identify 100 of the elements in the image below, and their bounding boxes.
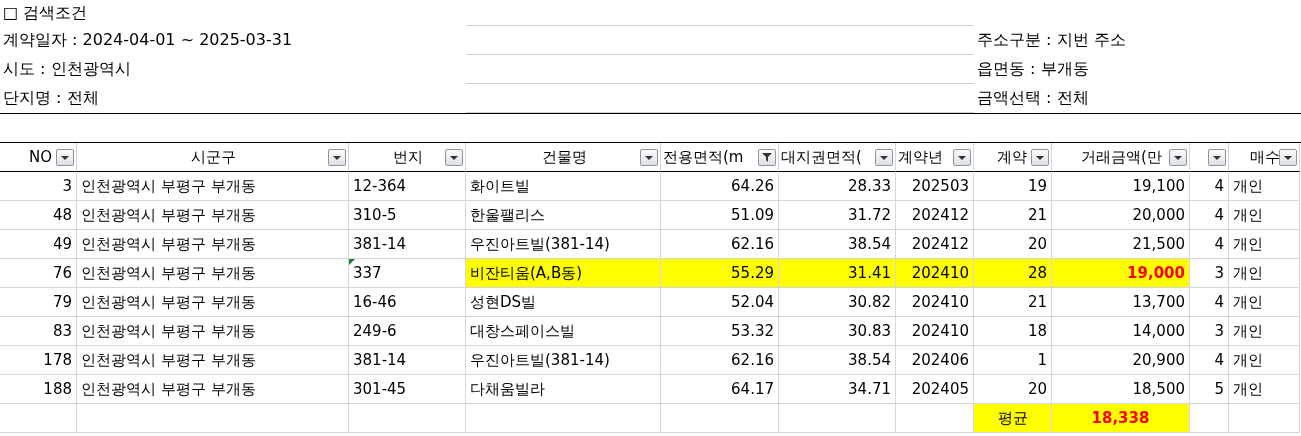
dropdown-icon[interactable] xyxy=(328,149,346,166)
table-cell: 31.41 xyxy=(779,259,896,288)
dropdown-icon[interactable] xyxy=(1031,149,1049,166)
table-cell: 30.83 xyxy=(779,317,896,346)
table-cell: 20 xyxy=(974,375,1052,404)
table-cell: 20 xyxy=(974,230,1052,259)
table-cell: 인천광역시 부평구 부개동 xyxy=(77,172,349,201)
table-cell: 202410 xyxy=(896,317,974,346)
filter-icon[interactable] xyxy=(758,149,776,166)
table-cell: 337 xyxy=(349,259,466,288)
dropdown-icon[interactable] xyxy=(640,149,658,166)
table-cell: 인천광역시 부평구 부개동 xyxy=(77,317,349,346)
table-cell: 3 xyxy=(0,172,77,201)
column-header: 전용면적(m xyxy=(663,147,744,167)
table-cell: 우진아트빌(381-14) xyxy=(466,346,661,375)
table-cell: 202503 xyxy=(896,172,974,201)
table-cell: 다채움빌라 xyxy=(466,375,661,404)
table-cell: 79 xyxy=(0,288,77,317)
table-cell: 13,700 xyxy=(1052,288,1190,317)
table-cell: 3 xyxy=(1190,259,1229,288)
average-value: 18,338 xyxy=(1052,404,1190,433)
table-cell: 51.09 xyxy=(661,201,779,230)
table-cell: 4 xyxy=(1190,230,1229,259)
table-cell: 76 xyxy=(0,259,77,288)
column-header: 거래금액(만 xyxy=(1081,147,1162,167)
condition-text: 계약일자 : 2024-04-01 ~ 2025-03-31 xyxy=(2,29,294,51)
table-cell: 개인 xyxy=(1229,230,1300,259)
table-cell: 1 xyxy=(974,346,1052,375)
dropdown-icon[interactable] xyxy=(56,149,74,166)
table-cell: 30.82 xyxy=(779,288,896,317)
table-cell: 18,500 xyxy=(1052,375,1190,404)
column-header: NO xyxy=(28,148,52,166)
table-cell: 5 xyxy=(1190,375,1229,404)
table-cell: 3 xyxy=(1190,317,1229,346)
table-cell: 21 xyxy=(974,288,1052,317)
table-cell: 28 xyxy=(974,259,1052,288)
table-cell: 18 xyxy=(974,317,1052,346)
table-cell: 28.33 xyxy=(779,172,896,201)
table-cell: 38.54 xyxy=(779,346,896,375)
table-cell: 4 xyxy=(1190,201,1229,230)
table-cell: 52.04 xyxy=(661,288,779,317)
table-cell: 개인 xyxy=(1229,375,1300,404)
table-cell: 53.32 xyxy=(661,317,779,346)
dropdown-icon[interactable] xyxy=(875,149,893,166)
table-cell: 인천광역시 부평구 부개동 xyxy=(77,259,349,288)
table-cell: 21,500 xyxy=(1052,230,1190,259)
section-title: □ 검색조건 xyxy=(2,1,89,24)
condition-text: 주소구분 : 지번 주소 xyxy=(976,29,1127,51)
table-cell: 개인 xyxy=(1229,172,1300,201)
table-cell: 화이트빌 xyxy=(466,172,661,201)
table-cell: 개인 xyxy=(1229,259,1300,288)
table-cell xyxy=(1190,404,1229,433)
table-cell: 인천광역시 부평구 부개동 xyxy=(77,201,349,230)
dropdown-icon[interactable] xyxy=(1208,149,1226,166)
table-cell: 성현DS빌 xyxy=(466,288,661,317)
column-header: 건물명 xyxy=(541,147,587,167)
table-cell: 비잔티움(A,B동) xyxy=(466,259,661,288)
dropdown-icon[interactable] xyxy=(1279,149,1297,166)
table-cell: 14,000 xyxy=(1052,317,1190,346)
table-cell: 20,000 xyxy=(1052,201,1190,230)
table-cell: 인천광역시 부평구 부개동 xyxy=(77,375,349,404)
table-cell: 381-14 xyxy=(349,346,466,375)
dropdown-icon[interactable] xyxy=(1169,149,1187,166)
table-cell: 202405 xyxy=(896,375,974,404)
table-cell: 31.72 xyxy=(779,201,896,230)
average-label: 평균 xyxy=(974,404,1052,433)
table-cell: 19,000 xyxy=(1052,259,1190,288)
table-cell: 4 xyxy=(1190,288,1229,317)
table-cell: 62.16 xyxy=(661,230,779,259)
table-cell: 83 xyxy=(0,317,77,346)
table-cell: 34.71 xyxy=(779,375,896,404)
table-cell: 202412 xyxy=(896,201,974,230)
table-cell: 202412 xyxy=(896,230,974,259)
table-cell: 인천광역시 부평구 부개동 xyxy=(77,346,349,375)
table-cell: 4 xyxy=(1190,172,1229,201)
table-cell: 19,100 xyxy=(1052,172,1190,201)
table-cell: 64.17 xyxy=(661,375,779,404)
table-cell: 12-364 xyxy=(349,172,466,201)
table-cell: 310-5 xyxy=(349,201,466,230)
dropdown-icon[interactable] xyxy=(953,149,971,166)
table-cell: 개인 xyxy=(1229,346,1300,375)
condition-text: 금액선택 : 전체 xyxy=(976,87,1090,109)
column-header: 대지권면적( xyxy=(781,147,862,167)
condition-text: 시도 : 인천광역시 xyxy=(2,58,132,80)
table-cell: 대창스페이스빌 xyxy=(466,317,661,346)
table-cell: 249-6 xyxy=(349,317,466,346)
table-cell: 62.16 xyxy=(661,346,779,375)
table-cell: 21 xyxy=(974,201,1052,230)
table-cell: 48 xyxy=(0,201,77,230)
table-cell: 301-45 xyxy=(349,375,466,404)
condition-text: 읍면동 : 부개동 xyxy=(976,58,1090,80)
table-cell: 178 xyxy=(0,346,77,375)
table-cell: 개인 xyxy=(1229,317,1300,346)
table-cell: 202410 xyxy=(896,259,974,288)
column-header: 시군구 xyxy=(191,147,236,167)
table-cell: 188 xyxy=(0,375,77,404)
dropdown-icon[interactable] xyxy=(445,149,463,166)
column-header: 계약년 xyxy=(898,147,943,167)
table-cell: 개인 xyxy=(1229,201,1300,230)
column-header: 번지 xyxy=(393,147,423,167)
